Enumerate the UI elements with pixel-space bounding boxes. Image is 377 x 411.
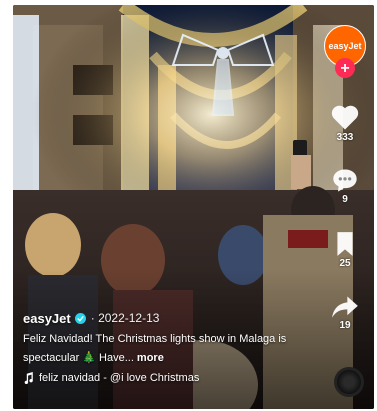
bookmark-icon [337,232,353,256]
music-note-icon [24,372,33,384]
bookmark-count: 25 [339,258,351,269]
like-count: 333 [336,132,354,143]
profile-avatar-group: easyJet + [324,25,366,83]
comment-icon [333,169,357,192]
heart-icon [331,105,359,130]
like-button[interactable]: 333 [322,103,368,143]
post-caption: easyJet · 2022-12-13 Feliz Navidad! The … [23,309,313,384]
comment-button[interactable]: 9 [322,167,368,205]
follow-button[interactable]: + [335,58,355,78]
video-frame[interactable]: easyJet + 333 9 25 19 easyJet · 2022-12-… [13,5,374,409]
verified-badge-icon [74,312,86,324]
comment-count: 9 [342,194,348,205]
post-date-value: 2022-12-13 [98,311,160,325]
share-button[interactable]: 19 [322,295,368,331]
share-arrow-icon [332,296,358,318]
post-description-row: Feliz Navidad! The Christmas lights show… [23,330,313,368]
avatar-label: easyJet [328,41,362,51]
sound-disc-icon[interactable] [334,367,364,397]
more-link[interactable]: more [137,352,164,364]
share-count: 19 [339,320,351,331]
post-date: · 2022-12-13 [90,311,160,325]
author-username[interactable]: easyJet [23,311,71,326]
sound-title: feliz navidad - @i love Christmas [39,372,200,384]
sound-row[interactable]: feliz navidad - @i love Christmas [23,372,313,384]
author-row: easyJet · 2022-12-13 [23,309,313,327]
bookmark-button[interactable]: 25 [322,231,368,269]
